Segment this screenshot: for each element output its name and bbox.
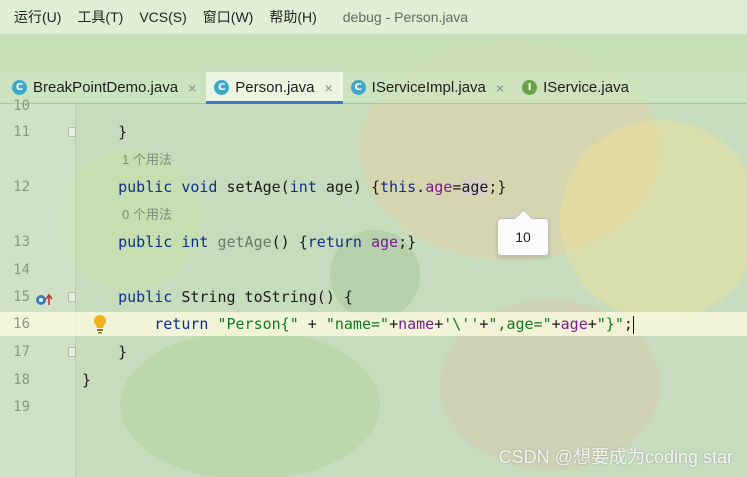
line-number: 19 — [13, 399, 30, 415]
window-title: debug - Person.java — [342, 9, 469, 25]
interface-icon: I — [522, 80, 538, 95]
line-number: 14 — [13, 262, 30, 278]
code-text: } — [82, 123, 128, 141]
code-text: } — [82, 343, 128, 361]
code-text: return "Person{" + "name="+name+'\''+",a… — [154, 315, 634, 334]
code-line: 13 public int getAge() {return age;} — [0, 230, 747, 254]
code-line: 19 — [0, 395, 747, 419]
text-caret — [632, 315, 634, 334]
line-number: 15 — [13, 289, 30, 305]
code-line: 17 } — [0, 340, 747, 364]
menu-tools[interactable]: 工具(T) — [77, 7, 123, 27]
code-line: 10 — [0, 94, 747, 118]
hovered-variable[interactable]: age — [461, 178, 489, 196]
class-icon: C — [214, 80, 230, 95]
code-editor[interactable]: 10 11 } 1 个用法 12 public void setAge(int … — [0, 98, 747, 477]
fold-icon[interactable] — [68, 127, 76, 137]
menu-vcs[interactable]: VCS(S) — [139, 9, 186, 25]
code-line: 11 } — [0, 120, 747, 144]
code-line: 12 public void setAge(int age) {this.age… — [0, 175, 747, 199]
code-text: public void setAge(int age) {this.age=ag… — [118, 178, 507, 196]
debug-value: 10 — [515, 229, 531, 245]
code-line: 18 } — [0, 368, 747, 392]
toolbar-area — [0, 34, 747, 72]
code-text: } — [82, 371, 92, 389]
line-number: 13 — [13, 234, 30, 250]
menu-help[interactable]: 帮助(H) — [269, 7, 316, 27]
current-code-line: 16 return "Person{" + "name="+name+'\''+… — [0, 312, 747, 336]
menu-run[interactable]: 运行(U) — [14, 7, 61, 27]
code-line: 15 public String toString() { — [0, 285, 747, 309]
line-number: 12 — [13, 179, 30, 195]
fold-icon[interactable] — [68, 292, 76, 302]
code-text: public String toString() { — [118, 288, 353, 306]
line-number: 16 — [13, 316, 30, 332]
code-text: public int getAge() {return age;} — [118, 233, 417, 251]
watermark: CSDN @想要成为coding star — [498, 447, 733, 467]
debug-value-tooltip[interactable]: 10 — [497, 218, 549, 256]
line-number: 17 — [13, 344, 30, 360]
line-number: 18 — [13, 372, 30, 388]
line-number: 11 — [13, 124, 30, 140]
override-method-icon[interactable] — [35, 290, 55, 314]
fold-icon[interactable] — [68, 347, 76, 357]
usage-hint[interactable]: 1 个用法 — [122, 150, 172, 170]
line-number: 10 — [13, 98, 30, 114]
class-icon: C — [12, 80, 27, 95]
menu-bar: 运行(U) 工具(T) VCS(S) 窗口(W) 帮助(H) debug - P… — [0, 0, 747, 34]
usage-hint[interactable]: 0 个用法 — [122, 205, 172, 225]
code-line: 14 — [0, 258, 747, 282]
menu-window[interactable]: 窗口(W) — [203, 7, 254, 27]
class-icon: C — [350, 80, 366, 95]
